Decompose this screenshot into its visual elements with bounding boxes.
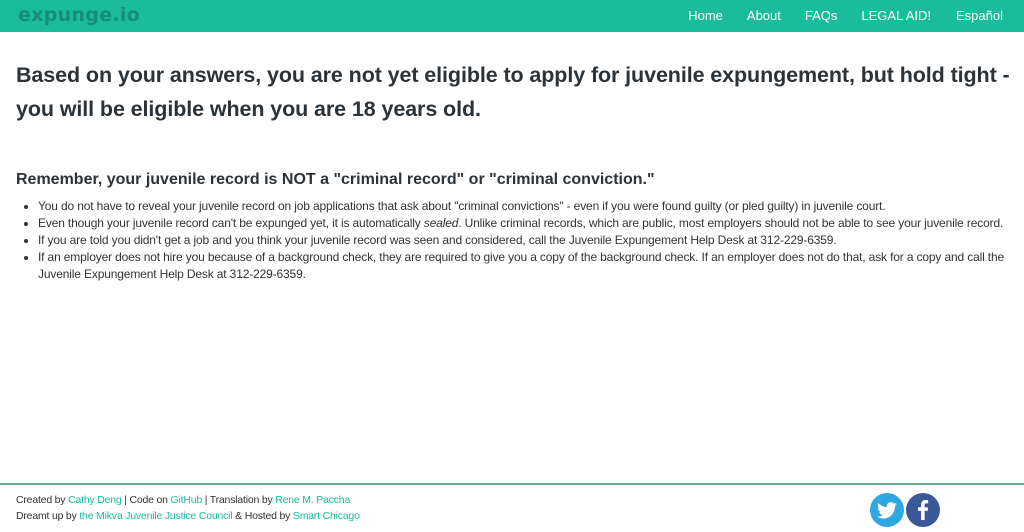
brand-logo[interactable]: expunge.io [18,2,140,28]
code-on-label: | Code on [121,494,171,506]
smart-chicago-link[interactable]: Smart Chicago [293,510,360,522]
mikva-link[interactable]: the Mikva Juvenile Justice Council [79,510,232,522]
navbar: expunge.io Home About FAQs LEGAL AID! Es… [0,0,1024,32]
nav-faqs[interactable]: FAQs [792,0,849,32]
translation-by-label: | Translation by [202,494,276,506]
list-item: Even though your juvenile record can't b… [38,215,1016,232]
dreamt-up-by-label: Dreamt up by [16,509,80,522]
nav-links: Home About FAQs LEGAL AID! Español [675,0,1024,32]
created-by-label: Created by [16,494,69,506]
facebook-icon [918,500,929,520]
creator-link[interactable]: Cathy Deng [68,494,122,506]
nav-home[interactable]: Home [675,0,734,32]
reminder-subheading: Remember, your juvenile record is NOT a … [16,171,655,188]
social-links [870,493,940,527]
sealed-emphasis: sealed [423,216,459,230]
translator-link[interactable]: Rene M. Paccha [275,494,350,506]
list-item: You do not have to reveal your juvenile … [38,198,1016,215]
nav-espanol[interactable]: Español [942,0,1024,32]
list-item-text: . Unlike criminal records, which are pub… [458,216,1004,230]
eligibility-heading: Based on your answers, you are not yet e… [16,63,1010,121]
footer: Created by Cathy Deng | Code on GitHub |… [0,483,1024,532]
list-item: If you are told you didn't get a job and… [38,232,1016,249]
credits-line-1: Created by Cathy Deng | Code on GitHub |… [16,493,360,509]
nav-about[interactable]: About [734,0,792,32]
facebook-button[interactable] [906,493,940,527]
hosted-by-label: & Hosted by [232,509,293,522]
twitter-button[interactable] [870,493,904,527]
list-item: If an employer does not hire you because… [38,249,1016,283]
credits-line-2: Dreamt up by the Mikva Juvenile Justice … [16,509,360,525]
info-list: You do not have to reveal your juvenile … [16,198,1016,283]
list-item-text: Even though your juvenile record can't b… [38,216,424,230]
nav-legal-aid[interactable]: LEGAL AID! [848,0,942,32]
github-link[interactable]: GitHub [171,494,203,506]
main-content: Based on your answers, you are not yet e… [16,58,1016,283]
twitter-icon [877,501,897,518]
footer-credits: Created by Cathy Deng | Code on GitHub |… [16,493,360,524]
